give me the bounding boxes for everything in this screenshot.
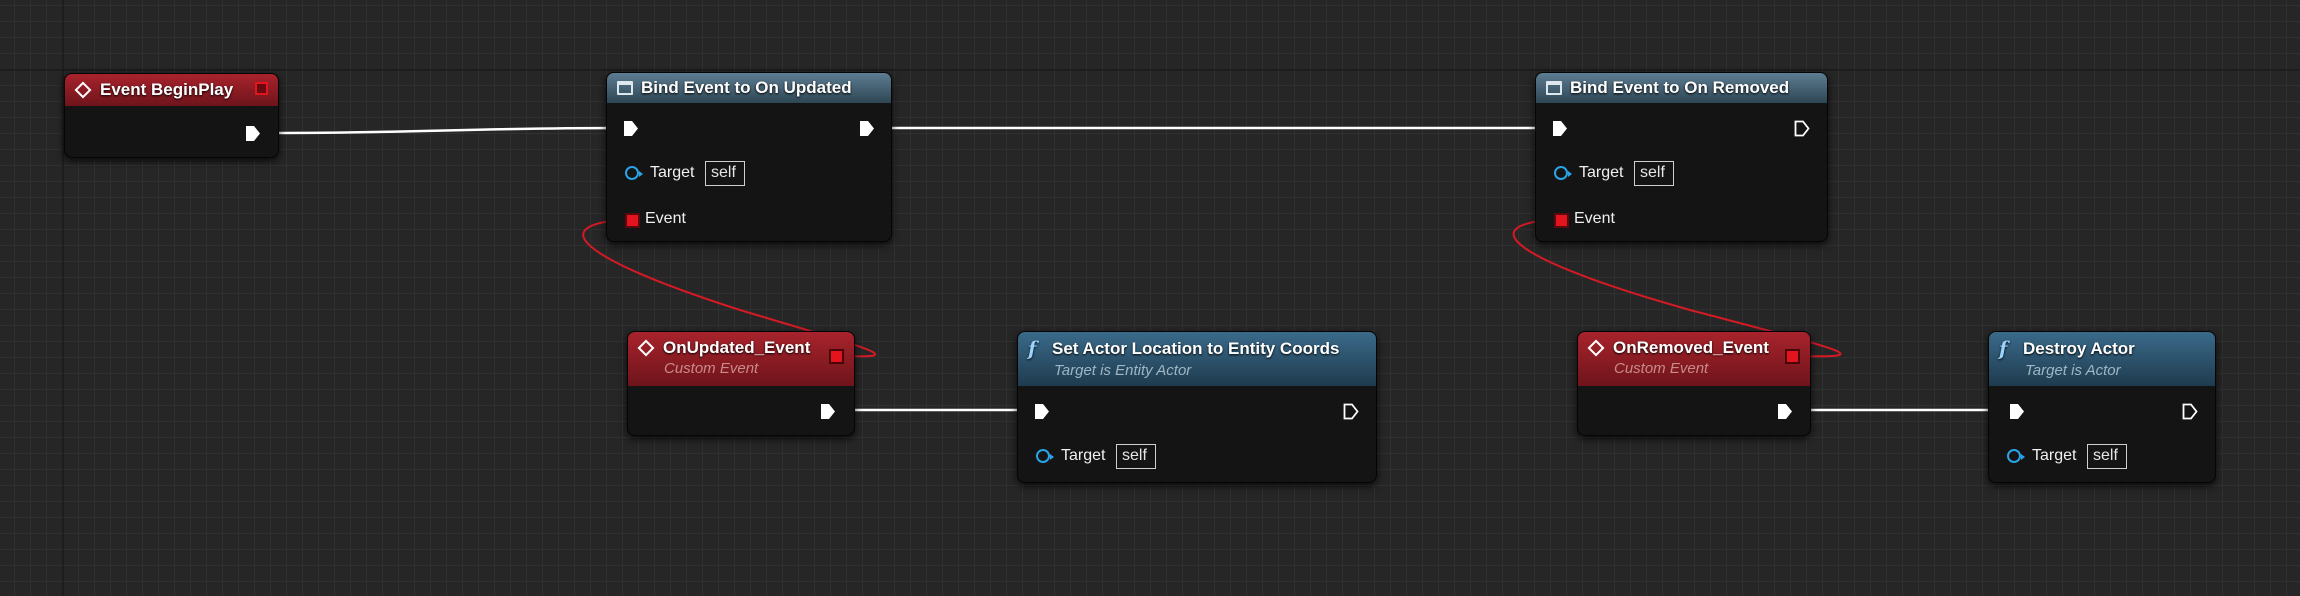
target-label: Target (1579, 164, 1624, 181)
exec-input-pin[interactable] (623, 120, 639, 137)
exec-output-pin-unconnected[interactable] (1343, 403, 1359, 420)
node-title: OnUpdated_Event (663, 338, 811, 357)
exec-wire-beginplay-to-bind-updated (269, 126, 621, 135)
node-header[interactable]: OnRemoved_Event Custom Event (1578, 332, 1810, 386)
exec-input-pin[interactable] (1034, 403, 1050, 420)
bind-event-icon (617, 81, 633, 95)
event-label: Event (645, 210, 686, 227)
exec-output-pin[interactable] (1777, 403, 1793, 420)
node-header[interactable]: Bind Event to On Updated (607, 73, 891, 103)
event-delegate-pin[interactable] (1554, 213, 1569, 228)
target-object-pin[interactable] (625, 166, 643, 180)
event-beginplay-node[interactable]: Event BeginPlay (64, 73, 279, 158)
target-self-field[interactable]: self (1634, 161, 1674, 186)
node-subtitle: Custom Event (664, 360, 759, 377)
exec-output-pin[interactable] (859, 120, 875, 137)
onremoved-event-node[interactable]: OnRemoved_Event Custom Event (1577, 331, 1811, 436)
target-label: Target (2032, 447, 2077, 464)
target-object-pin[interactable] (1036, 449, 1054, 463)
delegate-output-pin[interactable] (1785, 349, 1800, 364)
exec-output-pin-unconnected[interactable] (2182, 403, 2198, 420)
node-title: Event BeginPlay (100, 80, 234, 99)
target-self-field[interactable]: self (1116, 444, 1156, 469)
exec-output-pin[interactable] (820, 403, 836, 420)
event-diamond-icon (637, 339, 655, 357)
node-header[interactable]: OnUpdated_Event Custom Event (628, 332, 854, 386)
node-header[interactable]: Event BeginPlay (65, 74, 278, 106)
target-object-pin[interactable] (2007, 449, 2025, 463)
node-title: OnRemoved_Event (1613, 338, 1769, 357)
target-self-field[interactable]: self (2087, 444, 2127, 469)
onupdated-event-node[interactable]: OnUpdated_Event Custom Event (627, 331, 855, 436)
node-subtitle: Custom Event (1614, 360, 1709, 377)
node-title: Bind Event to On Removed (1570, 78, 1790, 97)
node-header[interactable]: f Destroy Actor Target is Actor (1989, 332, 2215, 386)
function-icon: f (1028, 338, 1037, 360)
bind-event-on-removed-node[interactable]: Bind Event to On Removed Target self Eve… (1535, 72, 1828, 242)
node-title: Destroy Actor (2023, 339, 2135, 358)
set-actor-location-node[interactable]: f Set Actor Location to Entity Coords Ta… (1017, 331, 1377, 483)
destroy-actor-node[interactable]: f Destroy Actor Target is Actor Target s… (1988, 331, 2216, 483)
node-title: Set Actor Location to Entity Coords (1052, 339, 1340, 358)
target-self-field[interactable]: self (705, 161, 745, 186)
target-label: Target (1061, 447, 1106, 464)
event-diamond-icon (74, 81, 92, 99)
node-title: Bind Event to On Updated (641, 78, 852, 97)
function-icon: f (1999, 338, 2008, 360)
event-diamond-icon (1587, 339, 1605, 357)
target-label: Target (650, 164, 695, 181)
node-header[interactable]: Bind Event to On Removed (1536, 73, 1827, 103)
bind-event-icon (1546, 81, 1562, 95)
node-subtitle: Target is Actor (2025, 362, 2121, 379)
exec-output-pin-unconnected[interactable] (1794, 120, 1810, 137)
node-subtitle: Target is Entity Actor (1054, 362, 1192, 379)
delegate-output-pin[interactable] (255, 82, 268, 95)
delegate-output-pin[interactable] (829, 349, 844, 364)
wire-layer (269, 126, 2009, 412)
event-label: Event (1574, 210, 1615, 227)
node-header[interactable]: f Set Actor Location to Entity Coords Ta… (1018, 332, 1376, 386)
exec-input-pin[interactable] (1552, 120, 1568, 137)
target-object-pin[interactable] (1554, 166, 1572, 180)
exec-input-pin[interactable] (2009, 403, 2025, 420)
exec-output-pin[interactable] (245, 125, 261, 142)
event-delegate-pin[interactable] (625, 213, 640, 228)
bind-event-on-updated-node[interactable]: Bind Event to On Updated Target self Eve… (606, 72, 892, 242)
